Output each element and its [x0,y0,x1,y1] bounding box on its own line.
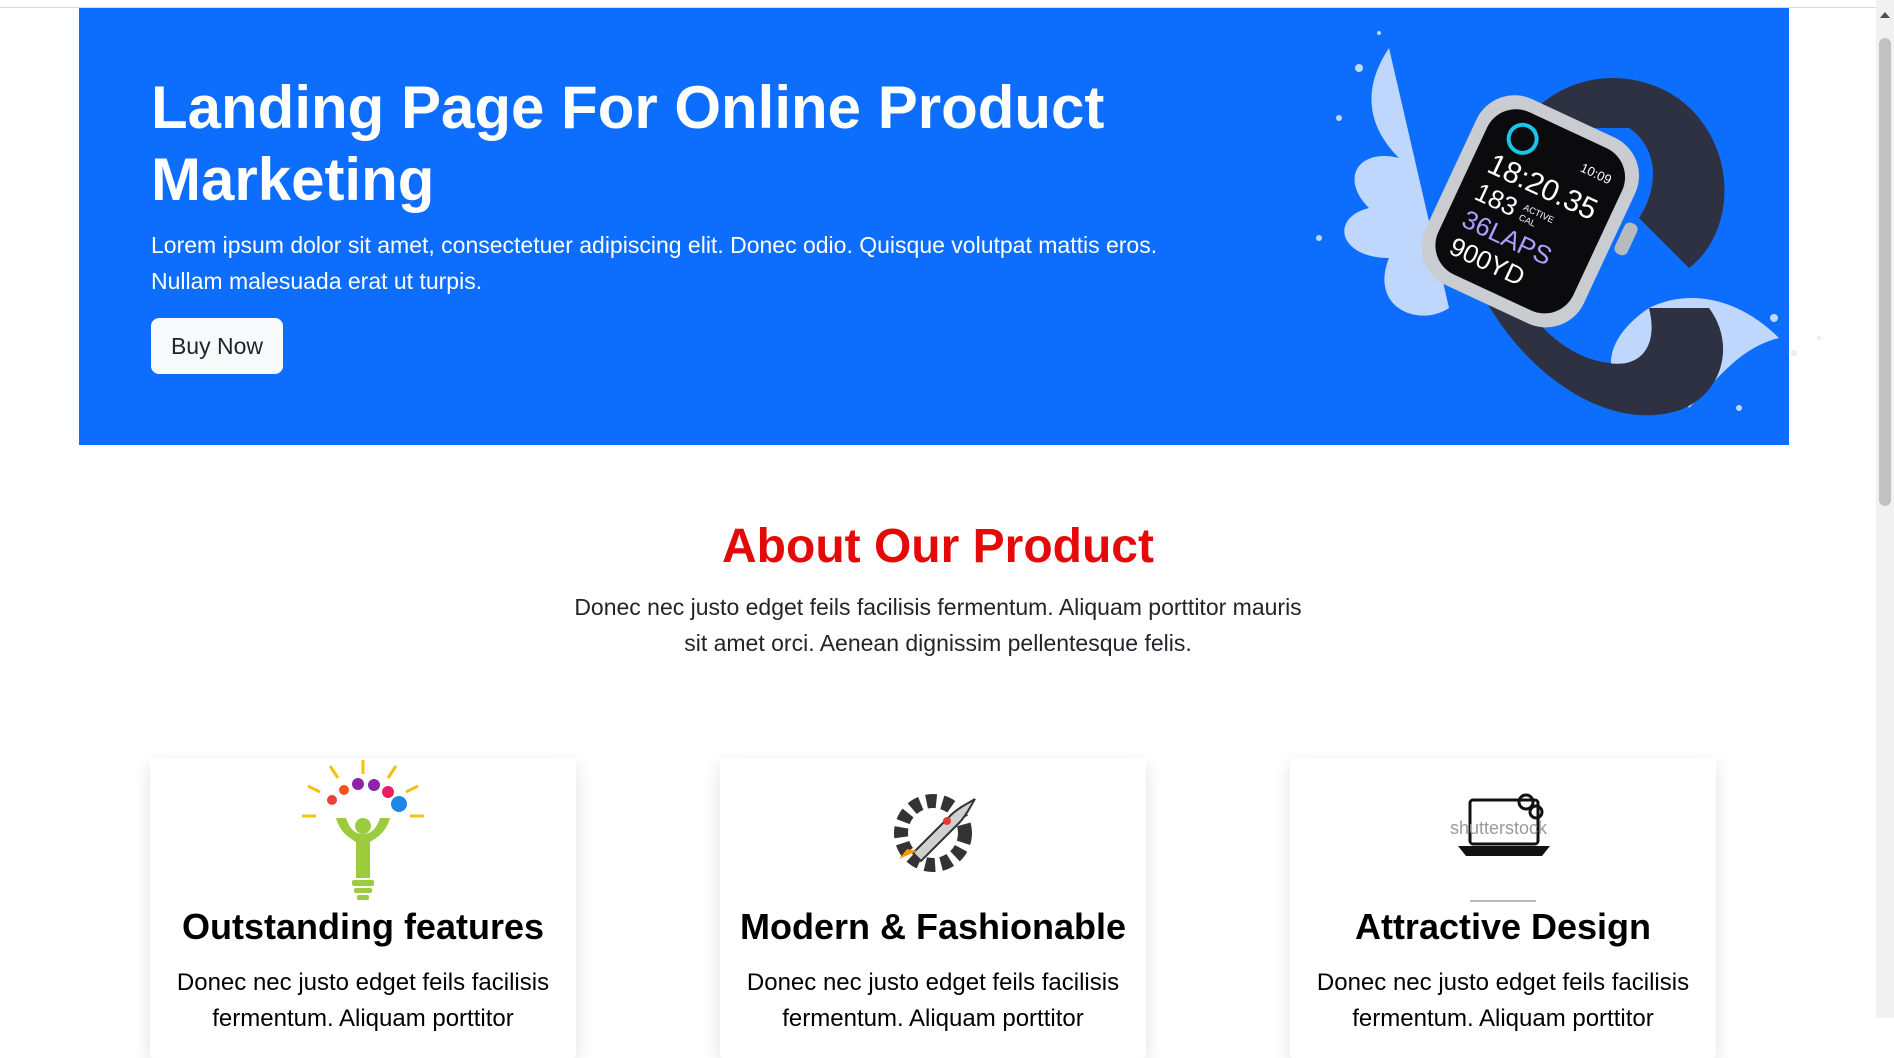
laptop-gears-icon: shutterstock [1450,793,1550,902]
lightbulb-person-icon [302,760,424,900]
smartwatch-image: 10:09 18:20.35 183 ACTIVE CAL 36LAPS 900… [1316,31,1821,416]
feature-card-attractive: shutterstock Attractive Design Donec nec… [1290,758,1716,1058]
hero-banner: Landing Page For Online Product Marketin… [79,8,1821,445]
buy-now-button[interactable]: Buy Now [151,318,283,374]
shutterstock-watermark: shutterstock [1450,818,1548,838]
card-title: Modern & Fashionable [739,906,1127,947]
card-text: Donec nec justo edget feils facilisis fe… [1316,969,1690,1032]
scroll-up-arrow-icon[interactable] [1876,0,1894,36]
feature-card-outstanding: Outstanding features Donec nec justo edg… [150,758,576,1058]
card-text: Donec nec justo edget feils facilisis fe… [176,969,550,1032]
scrollbar-thumb[interactable] [1879,38,1891,506]
card-title: Outstanding features [181,906,545,947]
vertical-scrollbar[interactable] [1876,0,1894,1018]
card-text: Donec nec justo edget feils facilisis fe… [746,969,1120,1032]
rocket-gear-icon [894,794,976,872]
feature-card-modern: Modern & Fashionable Donec nec justo edg… [720,758,1146,1058]
hero-description: Lorem ipsum dolor sit amet, consectetuer… [151,232,1158,294]
about-title: About Our Product [722,520,1154,573]
about-description: Donec nec justo edget feils facilisis fe… [574,594,1302,656]
browser-top-edge [0,0,1876,8]
card-title: Attractive Design [1354,906,1652,947]
hero-title: Landing Page For Online Product Marketin… [151,74,1105,213]
